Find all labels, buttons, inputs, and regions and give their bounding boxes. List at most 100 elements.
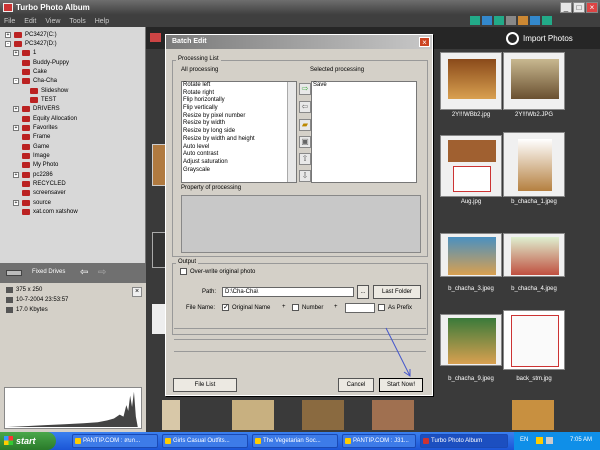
tree-item[interactable]: Cake [22, 67, 47, 76]
browse-button[interactable]: ... [357, 285, 369, 299]
tree-item[interactable]: screensaver [22, 189, 66, 198]
thumbnail[interactable] [503, 233, 565, 277]
menu-tools[interactable]: Tools [69, 18, 85, 25]
taskbar-item[interactable]: PANTIP.COM : สบก... [72, 434, 158, 448]
tree-item[interactable]: Buddy-Puppy [22, 58, 69, 67]
collapse-icon[interactable]: - [13, 78, 19, 85]
thumbnail[interactable] [440, 233, 502, 277]
maximize-button[interactable]: □ [573, 2, 585, 13]
thumbnail-partial[interactable] [442, 400, 472, 430]
list-item[interactable]: Resize by width and height [182, 136, 296, 144]
list-item[interactable]: Adjust saturation [182, 159, 296, 167]
cancel-button[interactable]: Cancel [338, 378, 374, 392]
thumbnail[interactable] [503, 310, 565, 370]
list-item[interactable]: Flip horizontally [182, 97, 296, 105]
thumbnail[interactable] [503, 52, 565, 110]
last-folder-button[interactable]: Last Folder [373, 285, 421, 299]
list-item[interactable]: Auto level [182, 144, 296, 152]
list-item[interactable]: Resize by pixel number [182, 113, 296, 121]
thumbnail[interactable] [440, 52, 502, 110]
file-list-button[interactable]: File List [173, 378, 237, 392]
save-icon[interactable]: ▣ [299, 136, 311, 148]
thumbnail-partial[interactable] [302, 400, 344, 430]
close-info-button[interactable]: × [132, 287, 142, 297]
toolbar-icon[interactable] [530, 16, 540, 25]
tree-item[interactable]: RECYCLED [22, 180, 66, 189]
expand-icon[interactable]: + [5, 31, 11, 38]
language-indicator[interactable]: EN [520, 437, 528, 443]
taskbar-item[interactable]: Girls Casual Outfits... [162, 434, 248, 448]
tree-item[interactable]: TEST [30, 95, 56, 104]
overwrite-checkbox[interactable]: Over-write original photo [180, 268, 255, 275]
tree-item[interactable]: - PC3427(D:) [5, 39, 57, 48]
list-item[interactable]: Rotate left [182, 82, 296, 90]
toolbar-icon[interactable] [518, 16, 528, 25]
thumbnail-partial[interactable] [152, 232, 166, 268]
thumbnail-partial[interactable] [232, 400, 274, 430]
toolbar-icon[interactable] [494, 16, 504, 25]
tray-icon[interactable] [546, 437, 553, 444]
overwrite-check[interactable] [180, 268, 187, 275]
expand-icon[interactable]: + [13, 106, 19, 113]
number-check[interactable] [292, 304, 299, 311]
tree-item[interactable]: + PC3427(C:) [5, 30, 57, 39]
tree-item[interactable]: + Favorites [13, 124, 58, 133]
back-arrow-icon[interactable]: ⇦ [80, 267, 88, 278]
thumbnail[interactable] [440, 314, 502, 366]
all-processing-list[interactable]: Rotate left Rotate right Flip horizontally… [181, 81, 297, 183]
thumbnail-partial[interactable] [152, 304, 166, 334]
menu-help[interactable]: Help [95, 18, 109, 25]
tree-item[interactable]: My Photo [22, 161, 58, 170]
as-prefix-check[interactable] [378, 304, 385, 311]
list-item[interactable]: Resize by width [182, 120, 296, 128]
list-item[interactable]: Flip vertically [182, 105, 296, 113]
selected-processing-list[interactable]: Save [311, 81, 417, 183]
add-arrow-icon[interactable]: ⇨ [299, 83, 311, 95]
expand-icon[interactable]: + [13, 125, 19, 131]
expand-icon[interactable]: + [13, 199, 19, 206]
list-item[interactable]: Save [312, 82, 416, 90]
menu-file[interactable]: File [4, 18, 15, 25]
tree-item[interactable]: Equity Allocation [22, 114, 77, 123]
toolbar-icon[interactable] [470, 16, 480, 25]
tree-item[interactable]: +1 [13, 49, 36, 58]
import-photos-button[interactable]: Import Photos [506, 29, 573, 47]
move-down-icon[interactable]: ⇩ [299, 170, 311, 182]
tree-item[interactable]: + DRIVERS [13, 105, 60, 114]
dialog-close-button[interactable]: × [419, 37, 430, 47]
tree-item[interactable]: + source [13, 198, 51, 207]
album-icon[interactable] [150, 33, 161, 42]
thumbnail-partial[interactable] [512, 400, 554, 430]
tree-item[interactable]: - Cha-Cha [13, 77, 57, 86]
thumbnail-partial[interactable] [162, 400, 180, 430]
tree-item[interactable]: Image [22, 152, 50, 161]
number-checkbox[interactable]: Number [292, 304, 323, 311]
collapse-icon[interactable]: - [5, 40, 11, 47]
forward-arrow-icon[interactable]: ⇨ [98, 267, 106, 278]
thumbnail-partial[interactable] [152, 144, 166, 186]
toolbar-icon[interactable] [542, 16, 552, 25]
thumbnail-partial[interactable] [372, 400, 414, 430]
open-folder-icon[interactable]: ▰ [299, 119, 311, 131]
thumbnail[interactable] [503, 132, 565, 197]
path-field[interactable]: D:\Cha-Cha\ [222, 287, 354, 297]
taskbar-item-active[interactable]: Turbo Photo Album [420, 434, 508, 448]
toolbar-icon[interactable] [482, 16, 492, 25]
list-item[interactable]: Grayscale [182, 167, 296, 175]
move-up-icon[interactable]: ⇧ [299, 153, 311, 165]
menu-view[interactable]: View [45, 18, 60, 25]
list-item[interactable]: Rotate right [182, 90, 296, 98]
tree-item[interactable]: Slideshow [30, 86, 68, 95]
taskbar-item[interactable]: The Vegetarian Soc... [252, 434, 338, 448]
tree-item[interactable]: + pc2286 [13, 170, 53, 179]
expand-icon[interactable]: + [13, 171, 19, 178]
list-item[interactable]: Resize by long side [182, 128, 296, 136]
close-button[interactable]: × [586, 2, 598, 13]
list-item[interactable]: Auto contrast [182, 151, 296, 159]
tray-icon[interactable] [536, 437, 543, 444]
taskbar-item[interactable]: PANTIP.COM : J31... [342, 434, 416, 448]
tree-item[interactable]: Game [22, 142, 49, 151]
original-name-checkbox[interactable]: ✓ Original Name [222, 304, 270, 311]
menu-edit[interactable]: Edit [24, 18, 36, 25]
thumbnail[interactable] [440, 135, 502, 197]
